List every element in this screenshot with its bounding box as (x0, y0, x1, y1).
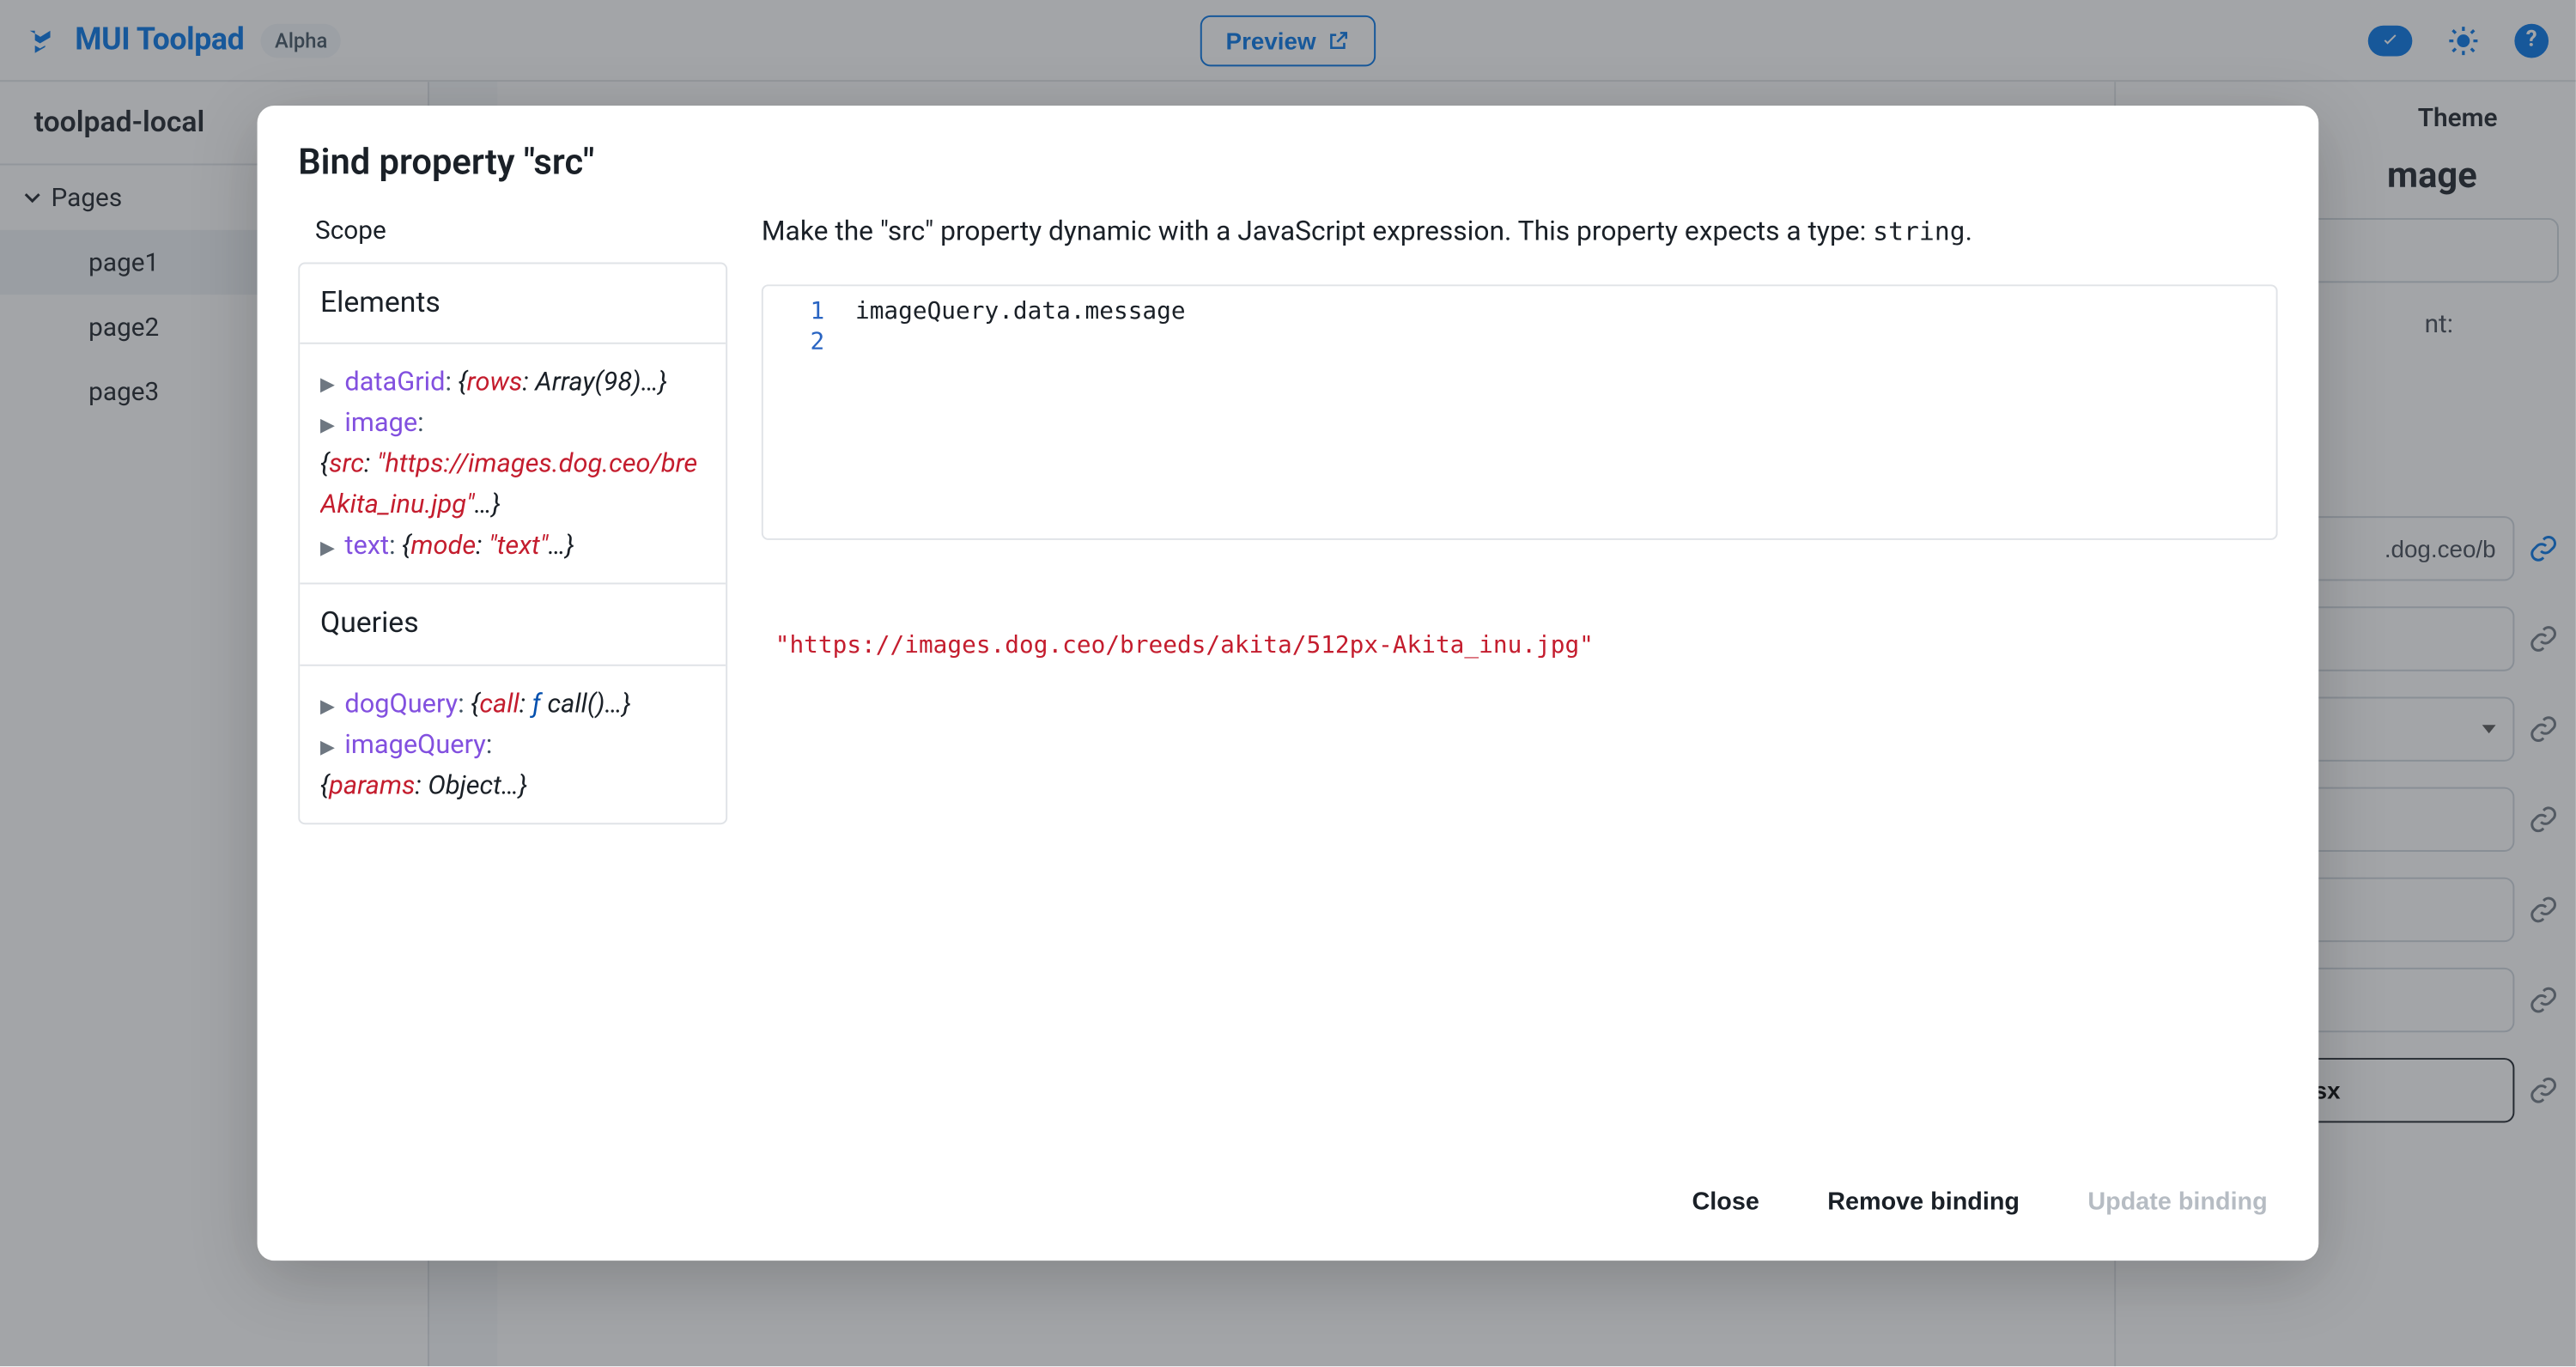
scope-label: Scope (298, 215, 727, 246)
scope-query-imageQuery-detail: {params: Object…} (320, 764, 705, 805)
modal-overlay[interactable]: Bind property "src" Scope Elements ▶ dat… (0, 0, 2576, 1366)
scope-element-image-detail: {src: "https://images.dog.ceo/bre (320, 444, 705, 485)
binding-instruction: Make the "src" property dynamic with a J… (762, 215, 2278, 247)
scope-queries-header: Queries (300, 585, 726, 665)
close-button[interactable]: Close (1682, 1176, 1770, 1230)
editor-code[interactable]: imageQuery.data.message (841, 286, 2276, 538)
expression-result: "https://images.dog.ceo/breeds/akita/512… (762, 632, 2278, 659)
scope-element-dataGrid[interactable]: ▶ dataGrid: {rows: Array(98)…} (320, 361, 705, 403)
scope-tree: Elements ▶ dataGrid: {rows: Array(98)…} … (298, 263, 727, 824)
update-binding-button: Update binding (2077, 1176, 2277, 1230)
scope-elements-header: Elements (300, 264, 726, 345)
scope-element-text[interactable]: ▶ text: {mode: "text"…} (320, 526, 705, 567)
bind-property-modal: Bind property "src" Scope Elements ▶ dat… (258, 106, 2319, 1261)
remove-binding-button[interactable]: Remove binding (1817, 1176, 2030, 1230)
modal-title: Bind property "src" (298, 143, 2277, 185)
scope-query-dogQuery[interactable]: ▶ dogQuery: {call: ƒ call()…} (320, 683, 705, 724)
scope-element-image-detail2: Akita_inu.jpg"…} (320, 484, 705, 526)
editor-gutter: 1 2 (763, 286, 841, 538)
expression-editor[interactable]: 1 2 imageQuery.data.message (762, 284, 2278, 540)
scope-query-imageQuery[interactable]: ▶ imageQuery: (320, 724, 705, 765)
scope-element-image[interactable]: ▶ image: (320, 403, 705, 444)
